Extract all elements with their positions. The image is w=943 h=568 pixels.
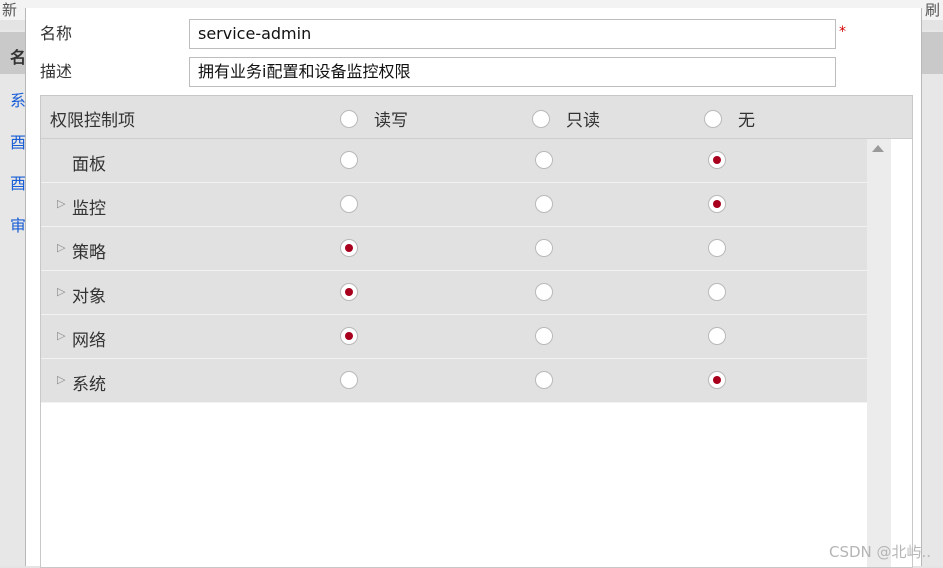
permission-radio-none[interactable] xyxy=(708,371,726,389)
permission-row: 面板 xyxy=(41,139,867,183)
permission-radio-readonly[interactable] xyxy=(535,283,553,301)
permission-rows: 面板 ▷ 监控 ▷ 策略 ▷ 对象 ▷ 网络 ▷ 系统 xyxy=(41,139,867,403)
permissions-grid-header: 权限控制项 读写 只读 无 xyxy=(41,96,912,139)
permissions-grid: 权限控制项 读写 只读 无 面板 ▷ 监控 ▷ 策略 ▷ 对象 ▷ 网络 ▷ 系统 xyxy=(40,95,913,568)
permission-radio-none[interactable] xyxy=(708,327,726,345)
expand-triangle-icon[interactable]: ▷ xyxy=(57,285,65,298)
description-input[interactable]: 拥有业务i配置和设备监控权限 xyxy=(189,57,836,87)
permission-row-label: 对象 xyxy=(72,287,106,307)
background-new-label[interactable]: 新 xyxy=(2,0,17,20)
name-label: 名称 xyxy=(40,24,73,43)
select-all-readonly-radio[interactable] xyxy=(532,109,550,128)
permission-row: ▷ 系统 xyxy=(41,359,867,403)
background-link[interactable]: 酉 xyxy=(10,129,26,153)
background-right-panel xyxy=(920,30,943,566)
radio-selected-dot xyxy=(345,244,353,252)
radio-selected-dot xyxy=(345,332,353,340)
permission-radio-readwrite[interactable] xyxy=(340,195,358,213)
permission-radio-readwrite[interactable] xyxy=(340,151,358,169)
permission-item-column-header: 权限控制项 xyxy=(50,111,135,131)
expand-triangle-icon[interactable]: ▷ xyxy=(57,197,65,210)
permission-radio-readonly[interactable] xyxy=(535,195,553,213)
required-marker: * xyxy=(839,24,846,40)
background-link[interactable]: 审 xyxy=(10,212,26,236)
header-option-readonly[interactable]: 只读 xyxy=(532,106,600,131)
permission-row-label: 系统 xyxy=(72,375,106,395)
radio-selected-dot xyxy=(713,376,721,384)
permission-radio-readwrite[interactable] xyxy=(340,327,358,345)
background-link[interactable]: 酉 xyxy=(10,170,26,194)
permission-radio-readonly[interactable] xyxy=(535,239,553,257)
permission-row-label: 监控 xyxy=(72,199,106,219)
radio-selected-dot xyxy=(713,200,721,208)
permission-row: ▷ 对象 xyxy=(41,271,867,315)
permission-row: ▷ 监控 xyxy=(41,183,867,227)
permission-row-label: 网络 xyxy=(72,331,106,351)
header-option-none[interactable]: 无 xyxy=(704,106,755,131)
description-label: 描述 xyxy=(40,62,73,81)
permission-radio-readonly[interactable] xyxy=(535,327,553,345)
permission-radio-none[interactable] xyxy=(708,239,726,257)
permission-radio-readwrite[interactable] xyxy=(340,371,358,389)
header-option-label: 只读 xyxy=(566,111,600,131)
expand-triangle-icon[interactable]: ▷ xyxy=(57,241,65,254)
permission-radio-readwrite[interactable] xyxy=(340,239,358,257)
background-link[interactable]: 系 xyxy=(10,87,26,111)
permission-row: ▷ 策略 xyxy=(41,227,867,271)
scroll-up-arrow-icon[interactable] xyxy=(872,145,884,152)
permission-radio-none[interactable] xyxy=(708,195,726,213)
name-input[interactable]: service-admin xyxy=(189,19,836,49)
header-option-readwrite[interactable]: 读写 xyxy=(340,106,408,131)
select-all-readwrite-radio[interactable] xyxy=(340,109,358,128)
permission-row-label: 面板 xyxy=(72,155,106,175)
permission-radio-readwrite[interactable] xyxy=(340,283,358,301)
permission-radio-none[interactable] xyxy=(708,151,726,169)
background-refresh-label[interactable]: 刷 xyxy=(925,0,940,20)
expand-triangle-icon[interactable]: ▷ xyxy=(57,373,65,386)
permission-row: ▷ 网络 xyxy=(41,315,867,359)
permission-radio-readonly[interactable] xyxy=(535,151,553,169)
header-option-label: 无 xyxy=(738,111,755,131)
permission-radio-none[interactable] xyxy=(708,283,726,301)
radio-selected-dot xyxy=(345,288,353,296)
watermark-text: CSDN @北屿.. xyxy=(829,543,932,561)
background-right-header xyxy=(920,32,943,74)
permission-row-label: 策略 xyxy=(72,243,106,263)
expand-triangle-icon[interactable]: ▷ xyxy=(57,329,65,342)
background-column-header: 名 xyxy=(10,48,27,67)
header-option-label: 读写 xyxy=(374,111,408,131)
select-all-none-radio[interactable] xyxy=(704,109,722,128)
radio-selected-dot xyxy=(713,156,721,164)
vertical-scrollbar[interactable] xyxy=(867,139,891,567)
permission-radio-readonly[interactable] xyxy=(535,371,553,389)
